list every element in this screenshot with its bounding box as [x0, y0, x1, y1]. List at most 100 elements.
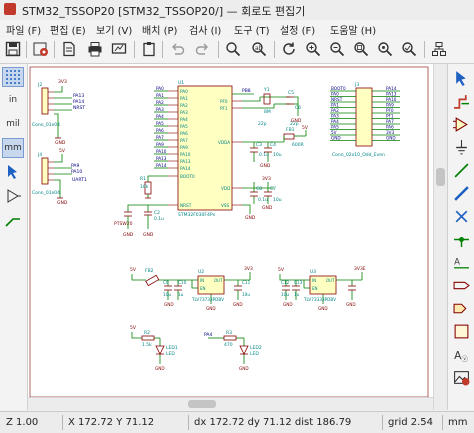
- zoom-out-icon[interactable]: [328, 40, 346, 58]
- svg-text:PA10: PA10: [180, 152, 191, 157]
- svg-text:PA6: PA6: [180, 131, 188, 136]
- connector-j3[interactable]: J3 Conn_02x10_Odd_Even BOOT0PA0NRSTPA1PA…: [330, 82, 400, 158]
- unit-mil-button[interactable]: mil: [2, 114, 24, 134]
- schematic-canvas[interactable]: J2 Conn_01x04 3V3 PA13 PA14 NRST GND J4 …: [28, 64, 433, 409]
- add-hier-label-button[interactable]: [451, 298, 472, 318]
- menu-edit[interactable]: 편집 (E): [50, 22, 86, 37]
- svg-text:PA2: PA2: [156, 100, 164, 105]
- unit-mm-button[interactable]: mm: [2, 138, 24, 158]
- svg-text:PA7: PA7: [386, 119, 394, 124]
- add-label-button[interactable]: A: [451, 252, 472, 272]
- select-arrow-icon: [456, 70, 466, 86]
- svg-text:NRST: NRST: [180, 203, 192, 208]
- connector-j2[interactable]: J2 Conn_01x04 3V3 PA13 PA14 NRST GND: [32, 79, 85, 146]
- svg-text:C7: C7: [270, 186, 276, 192]
- add-junction-button[interactable]: [451, 229, 472, 249]
- svg-text:PA3: PA3: [331, 114, 339, 119]
- svg-text:GND: GND: [386, 136, 396, 141]
- svg-text:U1: U1: [178, 80, 184, 86]
- menu-file[interactable]: 파일 (F): [6, 22, 41, 37]
- zoom-objects-icon[interactable]: [376, 40, 394, 58]
- undo-icon[interactable]: [168, 40, 186, 58]
- svg-text:TLV73733PDBV: TLV73733PDBV: [191, 297, 224, 302]
- svg-text:PA7: PA7: [180, 138, 188, 143]
- menu-place[interactable]: 배치 (P): [142, 22, 177, 37]
- add-global-label-button[interactable]: [451, 275, 472, 295]
- add-image-button[interactable]: [451, 367, 472, 387]
- grid-icon: [6, 70, 20, 84]
- menu-settings[interactable]: 설정 (F): [280, 22, 315, 37]
- menu-inspect[interactable]: 검사 (I): [189, 22, 221, 37]
- connector-j4[interactable]: J4 Conn_01x04 5V PA9 PA10 UART1 GND: [32, 148, 87, 206]
- vertical-scrollbar[interactable]: [433, 64, 447, 410]
- svg-text:GND: GND: [239, 366, 249, 371]
- svg-text:GND: GND: [57, 200, 68, 206]
- zoom-selection-icon[interactable]: [400, 40, 418, 58]
- redo-icon[interactable]: [194, 40, 212, 58]
- paste-icon[interactable]: [140, 40, 158, 58]
- zoom-in-icon[interactable]: [304, 40, 322, 58]
- save-icon[interactable]: [4, 40, 22, 58]
- menu-tools[interactable]: 도구 (T): [234, 22, 270, 37]
- find-icon[interactable]: [224, 40, 242, 58]
- menu-view[interactable]: 보기 (V): [96, 22, 132, 37]
- wire-angle-button[interactable]: [2, 210, 24, 230]
- horizontal-scroll-thumb[interactable]: [188, 400, 216, 408]
- regulator-u3[interactable]: 5V C12 10u C13 1u GND U3 IN OUT EN TLV73…: [278, 266, 366, 311]
- add-symbol-button[interactable]: [451, 114, 472, 134]
- schematic-setup-icon[interactable]: [32, 40, 50, 58]
- svg-text:GND: GND: [206, 306, 216, 311]
- hidden-pins-button[interactable]: [2, 186, 24, 206]
- regulator-u2[interactable]: 5V FB2 C9 10u C10 1u GND U2 IN OUT EN TL…: [130, 266, 253, 311]
- hierarchy-icon[interactable]: [430, 40, 448, 58]
- refresh-icon[interactable]: [280, 40, 298, 58]
- decoupling-caps[interactable]: C3 0.1u C4 10u GND C8 0.1u C7 10u 3V3 GN…: [242, 136, 285, 221]
- svg-text:GND: GND: [346, 302, 356, 307]
- svg-text:3V3: 3V3: [58, 79, 67, 85]
- unit-inch-button[interactable]: in: [2, 90, 24, 110]
- hierarchical-label-icon: [453, 303, 467, 313]
- svg-text:10k: 10k: [140, 184, 149, 190]
- svg-text:PF0: PF0: [386, 108, 394, 113]
- svg-text:5V: 5V: [130, 267, 137, 273]
- find-replace-icon[interactable]: ab: [250, 40, 268, 58]
- led-circuit[interactable]: 5V R2 1.5k LED1 LED GND PA4 R3 470 LED2 …: [130, 325, 262, 371]
- svg-text:470: 470: [224, 342, 233, 348]
- svg-text:10u: 10u: [242, 292, 250, 297]
- label-icon: A: [454, 257, 469, 268]
- svg-text:ab: ab: [255, 45, 263, 52]
- svg-text:PA3: PA3: [156, 107, 164, 112]
- menu-help[interactable]: 도움말 (H): [330, 22, 376, 37]
- add-bus-button[interactable]: [451, 183, 472, 203]
- page-settings-icon[interactable]: [60, 40, 78, 58]
- svg-text:FB2: FB2: [145, 268, 154, 274]
- grid-toggle-button[interactable]: [2, 67, 24, 87]
- svg-text:Conn_02x10_Odd_Even: Conn_02x10_Odd_Even: [332, 152, 385, 158]
- svg-text:C3: C3: [256, 142, 262, 148]
- svg-text:IN: IN: [200, 278, 204, 283]
- svg-text:PA4: PA4: [180, 117, 188, 122]
- svg-text:UART1: UART1: [72, 177, 87, 183]
- add-text-button[interactable]: Aⓥ: [451, 344, 472, 364]
- svg-text:BOOT0: BOOT0: [331, 86, 346, 91]
- svg-text:OUT: OUT: [326, 278, 335, 283]
- reset-circuit[interactable]: R1 10k PTSW20 GND C2 0.1u GND: [114, 175, 168, 238]
- vertical-scroll-thumb[interactable]: [436, 168, 445, 186]
- horizontal-scrollbar[interactable]: [28, 397, 433, 410]
- svg-text:C10: C10: [178, 280, 187, 285]
- zoom-fit-icon[interactable]: [352, 40, 370, 58]
- add-wire-button[interactable]: [451, 160, 472, 180]
- svg-text:PA2: PA2: [180, 103, 188, 108]
- highlight-net-button[interactable]: [451, 91, 472, 111]
- cursor-shape-button[interactable]: [2, 162, 24, 182]
- print-icon[interactable]: [86, 40, 104, 58]
- add-no-connect-button[interactable]: [451, 206, 472, 226]
- select-tool-button[interactable]: [451, 68, 472, 88]
- crystal-circuit[interactable]: Y1 8M C5 C6 22p 22p GND FB1 600R 5V: [242, 87, 309, 148]
- plot-icon[interactable]: [110, 40, 128, 58]
- add-power-button[interactable]: [451, 137, 472, 157]
- svg-text:GND: GND: [164, 302, 174, 307]
- svg-text:3V3: 3V3: [244, 266, 253, 272]
- mcu-u1[interactable]: U1 STM32F030F4Px PA0 PA1 PA2 PA3 PA4 PA5 PA6 PA…: [154, 80, 254, 218]
- add-sheet-button[interactable]: [451, 321, 472, 341]
